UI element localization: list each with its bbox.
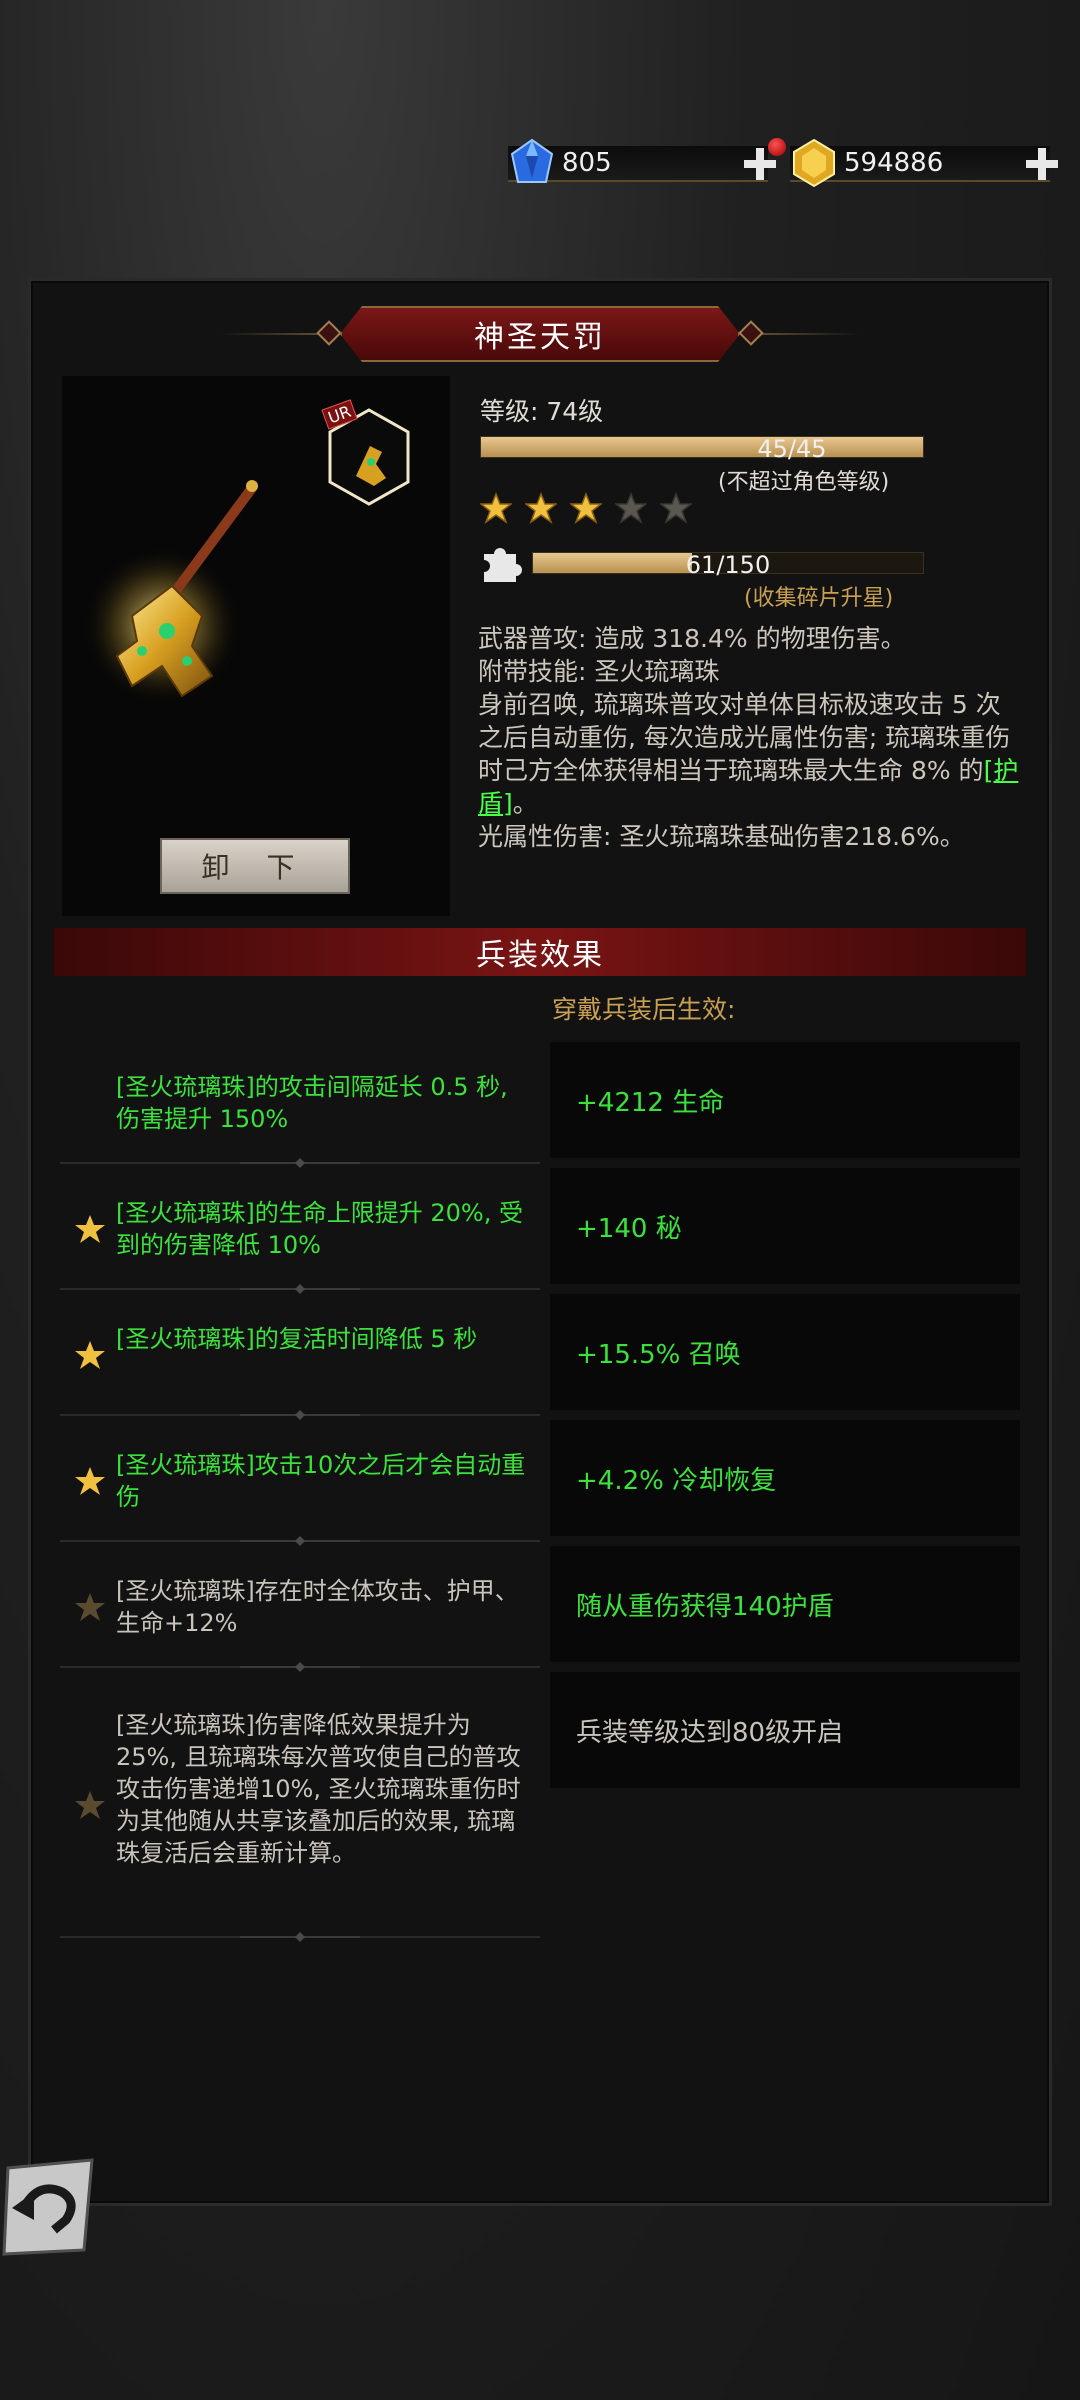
weapon-title: 神圣天罚	[340, 306, 740, 362]
weapon-description: 武器普攻: 造成 318.4% 的物理伤害。 附带技能: 圣火琉璃珠 身前召唤,…	[478, 622, 1023, 853]
bonus-text: 随从重伤获得140护盾	[576, 1591, 834, 1622]
blue-gem-icon	[510, 138, 554, 183]
unequip-button[interactable]: 卸 下	[160, 838, 350, 894]
gold-currency: 594886	[790, 138, 1050, 188]
star-filled-icon	[480, 492, 512, 524]
bonus-text: +140 秘	[576, 1213, 682, 1244]
bonus-text: 兵装等级达到80级开启	[576, 1717, 844, 1748]
star-filled-icon	[75, 1467, 105, 1495]
description-part1: 武器普攻: 造成 318.4% 的物理伤害。 附带技能: 圣火琉璃珠 身前召唤,…	[478, 624, 1011, 785]
bonus-box: +140 秘	[550, 1168, 1020, 1284]
description-part2: 。 光属性伤害: 圣火琉璃珠基础伤害218.6%。	[478, 789, 965, 851]
gold-amount: 594886	[844, 148, 944, 178]
star-filled-icon	[525, 492, 557, 524]
unequip-label: 卸 下	[201, 851, 309, 884]
bonus-text: +15.5% 召唤	[576, 1339, 741, 1370]
gold-gem-icon	[793, 138, 835, 188]
exp-note: (不超过角色等级)	[718, 470, 890, 495]
divider-ornament	[240, 1932, 360, 1942]
gem-currency: 805	[508, 138, 768, 188]
star-empty-icon	[615, 492, 647, 524]
effects-header: 兵装效果	[54, 928, 1026, 976]
gem-amount: 805	[562, 148, 612, 178]
effect-text: [圣火琉璃珠]攻击10次之后才会自动重伤	[116, 1451, 526, 1511]
weapon-art: UR	[62, 376, 450, 916]
star-filled-icon	[75, 1341, 105, 1369]
bonus-box: +15.5% 召唤	[550, 1294, 1020, 1410]
effect-text: [圣火琉璃珠]伤害降低效果提升为 25%, 且琉璃珠每次普攻使自己的普攻攻击伤害…	[116, 1711, 521, 1867]
fragment-note: (收集碎片升星)	[744, 586, 894, 611]
gold-pill: 594886	[790, 138, 1050, 188]
star-dim-icon	[75, 1791, 105, 1819]
gem-pill: 805	[508, 138, 768, 183]
bonus-box: +4212 生命	[550, 1042, 1020, 1158]
effect-row: [圣火琉璃珠]的复活时间降低 5 秒	[60, 1294, 540, 1420]
notification-dot	[768, 138, 786, 156]
star-filled-icon	[75, 1215, 105, 1243]
puzzle-piece-icon	[484, 548, 522, 582]
effect-row: [圣火琉璃珠]的生命上限提升 20%, 受到的伤害降低 10%	[60, 1168, 540, 1294]
bonus-box: 随从重伤获得140护盾	[550, 1546, 1020, 1662]
star-dim-icon	[75, 1593, 105, 1621]
effect-row: [圣火琉璃珠]的攻击间隔延长 0.5 秒, 伤害提升 150%	[60, 1042, 540, 1168]
bonus-box: +4.2% 冷却恢复	[550, 1420, 1020, 1536]
exp-bar: 45/45	[480, 435, 924, 463]
effect-text: [圣火琉璃珠]的复活时间降低 5 秒	[116, 1325, 478, 1353]
fragment-bar: 61/150	[532, 551, 924, 579]
bonus-box: 兵装等级达到80级开启	[550, 1672, 1020, 1788]
effect-row: [圣火琉璃珠]伤害降低效果提升为 25%, 且琉璃珠每次普攻使自己的普攻攻击伤害…	[60, 1672, 540, 1942]
weapon-name: 神圣天罚	[474, 320, 606, 355]
effect-text: [圣火琉璃珠]的生命上限提升 20%, 受到的伤害降低 10%	[116, 1199, 523, 1259]
effect-row: [圣火琉璃珠]存在时全体攻击、护甲、生命+12%	[60, 1546, 540, 1672]
effect-text: [圣火琉璃珠]的攻击间隔延长 0.5 秒, 伤害提升 150%	[116, 1073, 508, 1133]
bonus-text: +4.2% 冷却恢复	[576, 1465, 777, 1496]
effects-title: 兵装效果	[476, 938, 604, 973]
effect-text: [圣火琉璃珠]存在时全体攻击、护甲、生命+12%	[116, 1577, 519, 1637]
fragment-text: 61/150	[685, 551, 771, 579]
back-arrow-icon[interactable]	[0, 2158, 96, 2256]
star-filled-icon	[570, 492, 602, 524]
exp-text: 45/45	[757, 435, 827, 463]
level-label: 等级: 74级	[480, 397, 604, 426]
effect-row: [圣火琉璃珠]攻击10次之后才会自动重伤	[60, 1420, 540, 1546]
bonus-text: +4212 生命	[576, 1087, 725, 1118]
add-gold-icon[interactable]	[1024, 146, 1060, 182]
effects-subheader: 穿戴兵装后生效:	[552, 995, 736, 1024]
star-empty-icon	[660, 492, 692, 524]
